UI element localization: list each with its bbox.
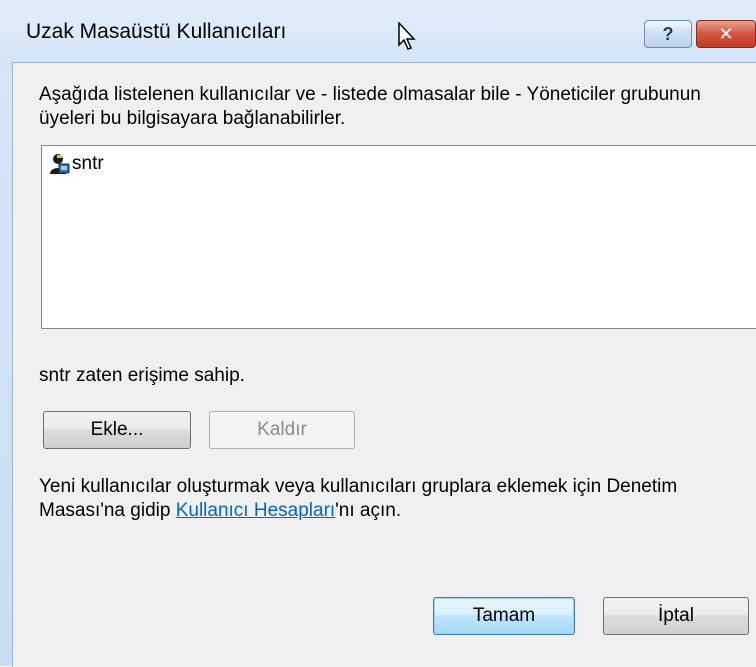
dialog-window: Uzak Masaüstü Kullanıcıları ? ✕ Aşağıda …	[0, 0, 756, 667]
help-icon: ?	[662, 23, 674, 44]
title-bar[interactable]: Uzak Masaüstü Kullanıcıları ? ✕	[0, 0, 756, 70]
add-button[interactable]: Ekle...	[43, 411, 191, 449]
window-title: Uzak Masaüstü Kullanıcıları	[26, 20, 287, 43]
description-text: Aşağıda listelenen kullanıcılar ve - lis…	[39, 84, 701, 129]
info-text-after: 'nı açın.	[335, 500, 402, 521]
dialog-body: Aşağıda listelenen kullanıcılar ve - lis…	[12, 62, 756, 667]
user-name: sntr	[72, 153, 104, 174]
user-icon	[50, 154, 70, 174]
ok-button[interactable]: Tamam	[433, 597, 575, 635]
mouse-pointer-icon	[398, 22, 416, 50]
access-status-text: sntr zaten erişime sahip.	[39, 365, 245, 386]
close-icon: ✕	[718, 23, 734, 44]
list-item[interactable]: sntr	[48, 152, 104, 176]
user-accounts-link[interactable]: Kullanıcı Hesapları	[176, 500, 335, 521]
cancel-button[interactable]: İptal	[603, 597, 749, 635]
close-button[interactable]: ✕	[696, 20, 756, 48]
help-button[interactable]: ?	[644, 20, 692, 48]
info-text: Yeni kullanıcılar oluşturmak veya kullan…	[39, 475, 756, 523]
remove-button[interactable]: Kaldır	[209, 411, 355, 449]
user-listbox[interactable]: sntr	[41, 145, 756, 329]
